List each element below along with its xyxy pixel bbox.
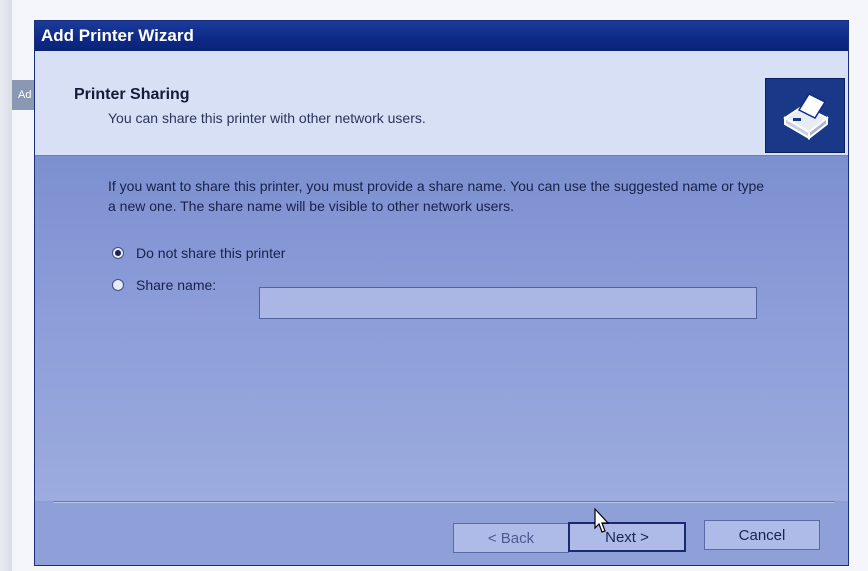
back-button[interactable]: < Back xyxy=(453,523,569,553)
page-subtitle: You can share this printer with other ne… xyxy=(108,110,426,126)
share-name-option[interactable]: Share name: xyxy=(112,277,216,293)
window-title: Add Printer Wizard xyxy=(41,26,194,45)
wizard-footer: < Back Next > Cancel xyxy=(35,503,848,565)
wizard-header: Printer Sharing You can share this print… xyxy=(35,51,848,156)
share-name-radio[interactable] xyxy=(112,279,124,291)
footer-divider xyxy=(53,501,835,502)
do-not-share-radio[interactable] xyxy=(112,247,124,259)
mouse-pointer-icon xyxy=(594,508,610,533)
sharing-description: If you want to share this printer, you m… xyxy=(108,178,765,214)
printer-icon xyxy=(765,78,845,153)
cancel-button[interactable]: Cancel xyxy=(704,520,820,550)
window-title-bar[interactable]: Add Printer Wizard xyxy=(35,21,848,51)
do-not-share-option[interactable]: Do not share this printer xyxy=(112,245,285,261)
monitor-bezel xyxy=(0,0,12,571)
add-printer-wizard-window: Add Printer Wizard Printer Sharing You c… xyxy=(34,20,849,566)
next-button[interactable]: Next > xyxy=(568,522,686,552)
background-window-fragment: Ad xyxy=(12,80,36,110)
page-title: Printer Sharing xyxy=(74,86,190,103)
share-name-input[interactable] xyxy=(259,287,757,319)
wizard-content: If you want to share this printer, you m… xyxy=(35,156,848,501)
share-name-label[interactable]: Share name: xyxy=(136,277,216,293)
do-not-share-label[interactable]: Do not share this printer xyxy=(136,245,285,261)
